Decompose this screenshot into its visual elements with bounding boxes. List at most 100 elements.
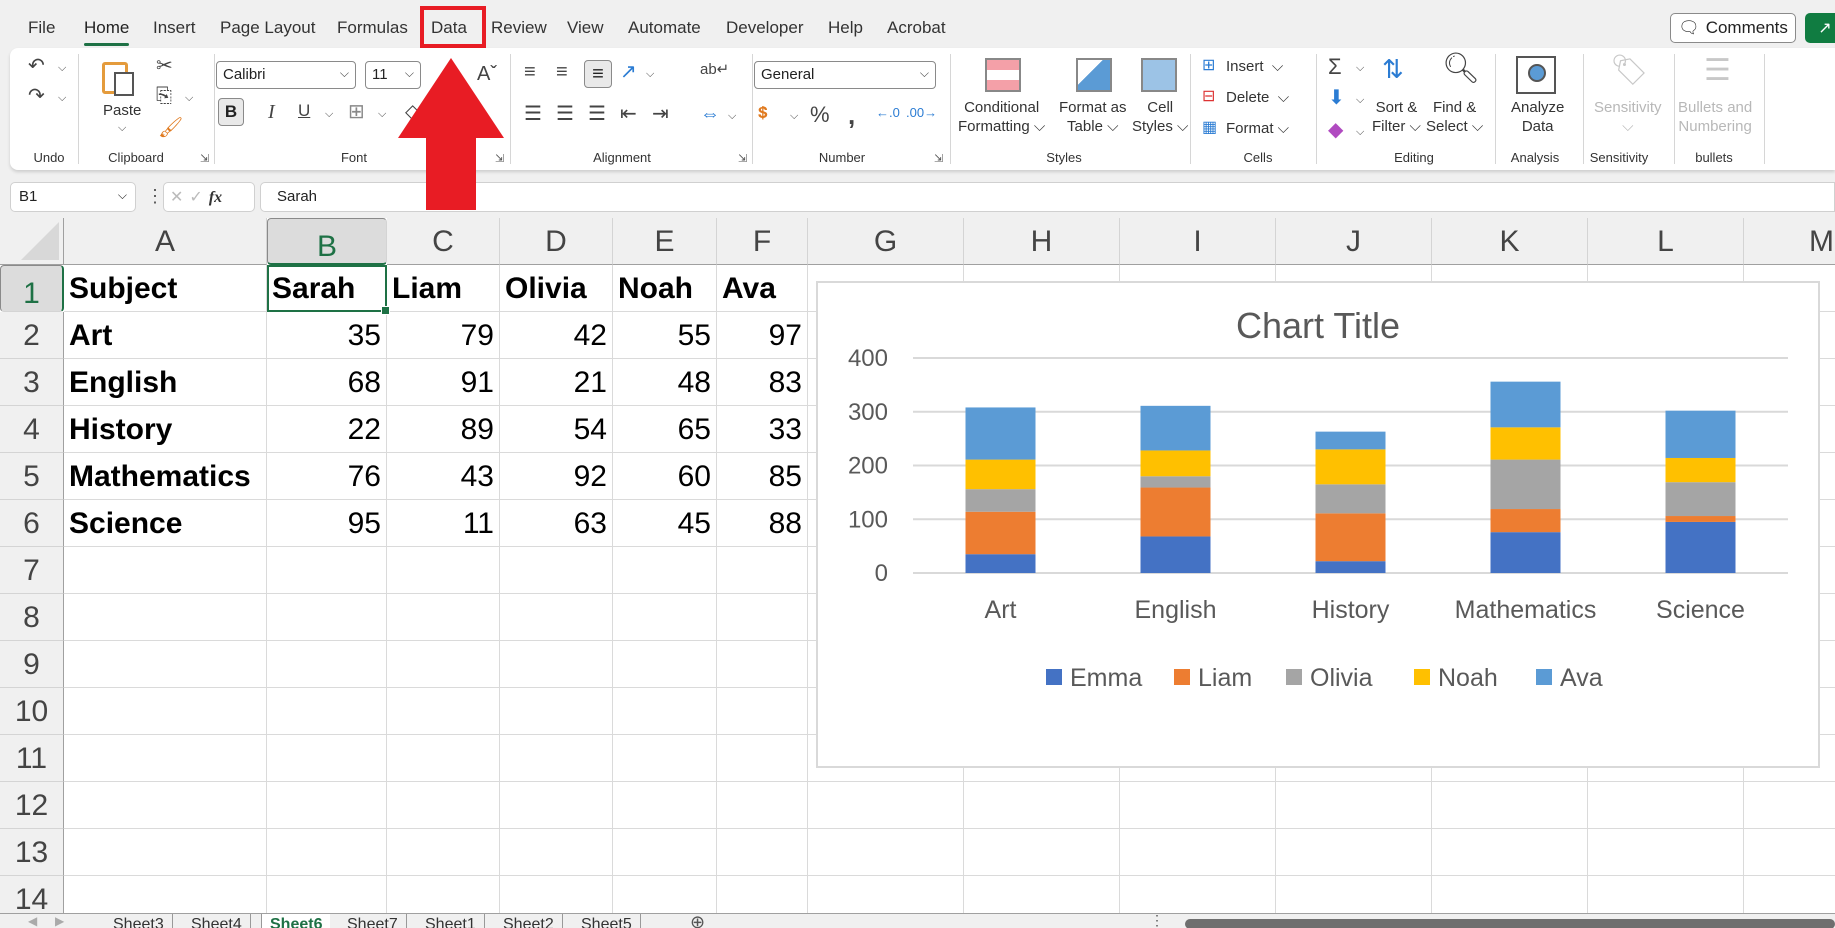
cell-e3[interactable]: 48	[613, 359, 717, 406]
cell-styles-button[interactable]: Cell Styles ⌵	[1132, 98, 1188, 136]
cell-b9[interactable]	[267, 641, 387, 688]
legend-label-liam[interactable]: Liam	[1198, 664, 1252, 692]
cell-c7[interactable]	[387, 547, 500, 594]
clipboard-launcher-icon[interactable]: ⇲	[200, 152, 209, 165]
cell-e1[interactable]: Noah	[613, 265, 717, 312]
alignment-launcher-icon[interactable]: ⇲	[738, 152, 747, 165]
cell-e2[interactable]: 55	[613, 312, 717, 359]
legend-label-olivia[interactable]: Olivia	[1310, 664, 1373, 692]
bar-ava-science[interactable]	[1665, 410, 1736, 458]
tab-formulas[interactable]: Formulas	[337, 18, 408, 38]
cell-d10[interactable]	[500, 688, 613, 735]
paste-dropdown-icon[interactable]: ⌵	[118, 122, 126, 135]
cell-c3[interactable]: 91	[387, 359, 500, 406]
find-select-button[interactable]: Find & Select ⌵	[1426, 98, 1483, 136]
tab-automate[interactable]: Automate	[628, 18, 701, 38]
align-center-icon[interactable]: ☰	[556, 104, 574, 124]
cell-h14[interactable]	[964, 876, 1120, 913]
cell-c10[interactable]	[387, 688, 500, 735]
horizontal-scrollbar[interactable]	[1185, 919, 1835, 928]
cell-c9[interactable]	[387, 641, 500, 688]
sheet-tab-sheet7[interactable]: Sheet7	[339, 914, 407, 928]
cell-j13[interactable]	[1276, 829, 1432, 876]
column-header-d[interactable]: D	[500, 218, 613, 265]
cell-c5[interactable]: 43	[387, 453, 500, 500]
cell-b7[interactable]	[267, 547, 387, 594]
row-header-12[interactable]: 12	[0, 782, 64, 829]
scroll-right-icon[interactable]: ▶	[55, 914, 64, 928]
bar-olivia-science[interactable]	[1665, 482, 1736, 517]
cell-a13[interactable]	[64, 829, 267, 876]
cell-f5[interactable]: 85	[717, 453, 808, 500]
name-box[interactable]: B1 ⌵	[10, 182, 136, 212]
bar-noah-mathematics[interactable]	[1490, 427, 1561, 460]
tab-file[interactable]: File	[28, 18, 55, 38]
sheet-tab-sheet1[interactable]: Sheet1	[417, 914, 485, 928]
column-header-g[interactable]: G	[808, 218, 964, 265]
cell-d1[interactable]: Olivia	[500, 265, 613, 312]
cell-e11[interactable]	[613, 735, 717, 782]
bar-liam-history[interactable]	[1315, 513, 1386, 562]
bar-noah-science[interactable]	[1665, 457, 1736, 483]
cell-d9[interactable]	[500, 641, 613, 688]
cell-b1[interactable]: Sarah	[267, 265, 390, 315]
tab-view[interactable]: View	[567, 18, 604, 38]
align-right-icon[interactable]: ☰	[588, 104, 606, 124]
more-icon[interactable]: ⋮	[1150, 914, 1164, 928]
cell-a8[interactable]	[64, 594, 267, 641]
cell-d7[interactable]	[500, 547, 613, 594]
scroll-left-icon[interactable]: ◀	[28, 914, 37, 928]
paste-label[interactable]: Paste	[103, 101, 141, 120]
fill-dropdown-icon[interactable]: ⌵	[1356, 94, 1364, 107]
row-header-10[interactable]: 10	[0, 688, 64, 735]
enter-icon[interactable]: ✓	[189, 189, 208, 206]
cell-a12[interactable]	[64, 782, 267, 829]
bar-liam-mathematics[interactable]	[1490, 509, 1561, 533]
column-header-b[interactable]: B	[267, 218, 387, 265]
cell-c2[interactable]: 79	[387, 312, 500, 359]
align-left-icon[interactable]: ☰	[524, 104, 542, 124]
bar-noah-art[interactable]	[965, 459, 1036, 490]
cell-c4[interactable]: 89	[387, 406, 500, 453]
cell-b2[interactable]: 35	[267, 312, 387, 359]
cell-d5[interactable]: 92	[500, 453, 613, 500]
conditional-formatting-button[interactable]: Conditional Formatting ⌵	[958, 98, 1045, 136]
sheet-tab-sheet5[interactable]: Sheet5	[573, 914, 641, 928]
cell-k14[interactable]	[1432, 876, 1588, 913]
percent-style-icon[interactable]: %	[810, 104, 830, 126]
bar-liam-english[interactable]	[1140, 487, 1211, 537]
align-middle-icon[interactable]: ≡	[556, 62, 568, 82]
row-header-14[interactable]: 14	[0, 876, 64, 913]
row-header-9[interactable]: 9	[0, 641, 64, 688]
cell-f10[interactable]	[717, 688, 808, 735]
cell-e12[interactable]	[613, 782, 717, 829]
cell-g13[interactable]	[808, 829, 964, 876]
bar-emma-art[interactable]	[965, 554, 1036, 573]
cell-c8[interactable]	[387, 594, 500, 641]
cell-d13[interactable]	[500, 829, 613, 876]
sheet-tab-sheet3[interactable]: Sheet3	[105, 914, 173, 928]
cell-c14[interactable]	[387, 876, 500, 913]
share-button[interactable]: ↗	[1805, 13, 1835, 43]
cancel-icon[interactable]: ✕	[170, 189, 189, 206]
analyze-data-button[interactable]: Analyze Data	[1511, 98, 1564, 136]
cell-e14[interactable]	[613, 876, 717, 913]
bar-olivia-english[interactable]	[1140, 476, 1211, 488]
increase-decimal-icon[interactable]: ←.0	[876, 106, 900, 119]
orientation-dropdown-icon[interactable]: ⌵	[646, 68, 654, 81]
row-header-1[interactable]: 1	[0, 265, 64, 312]
cell-a1[interactable]: Subject	[64, 265, 267, 312]
cell-a14[interactable]	[64, 876, 267, 913]
cell-a6[interactable]: Science	[64, 500, 267, 547]
format-cells-button[interactable]: Format ⌵	[1226, 119, 1289, 138]
select-all-button[interactable]	[0, 218, 64, 265]
redo-dropdown-icon[interactable]: ⌵	[58, 92, 66, 105]
column-header-c[interactable]: C	[387, 218, 500, 265]
cell-b10[interactable]	[267, 688, 387, 735]
bar-ava-mathematics[interactable]	[1490, 381, 1561, 428]
cell-d12[interactable]	[500, 782, 613, 829]
cell-e5[interactable]: 60	[613, 453, 717, 500]
cell-m12[interactable]	[1744, 782, 1835, 829]
cell-c11[interactable]	[387, 735, 500, 782]
bold-button[interactable]: B	[218, 98, 244, 126]
